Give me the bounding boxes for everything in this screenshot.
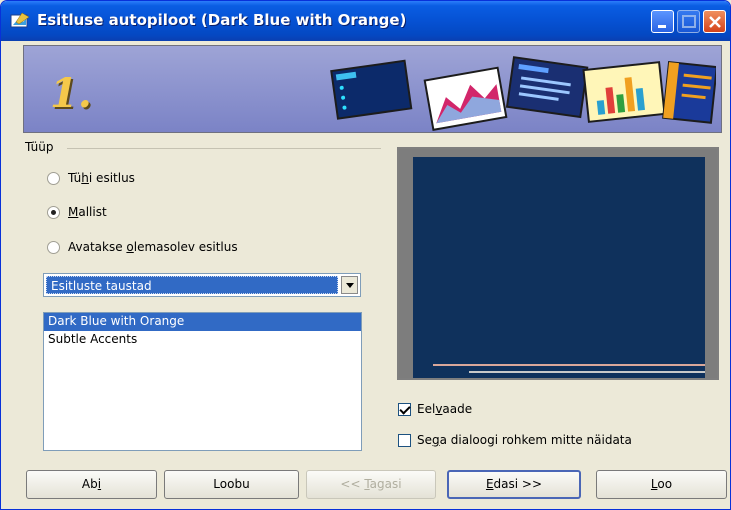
template-category-dropdown[interactable]: Esitluste taustad [43, 273, 361, 297]
dont-show-checkbox[interactable] [398, 433, 411, 447]
dont-show-checkbox-label: Sega dialoogi rohkem mitte näidata [417, 433, 632, 447]
close-button[interactable] [703, 10, 726, 33]
radio-open-existing[interactable]: Avatakse olemasolev esitlus [47, 238, 238, 256]
cancel-button[interactable]: Loobu [164, 470, 299, 499]
minimize-button[interactable] [651, 10, 674, 33]
slides-illustration-icon [330, 56, 716, 131]
radio-from-template[interactable]: Mallist [47, 203, 107, 221]
radio-button[interactable] [47, 171, 60, 185]
maximize-icon [682, 15, 696, 28]
radio-empty-presentation[interactable]: Tühi esitlus [47, 169, 135, 187]
dont-show-checkbox-row[interactable]: Sega dialoogi rohkem mitte näidata [398, 431, 632, 449]
preview-checkbox-row[interactable]: Eelvaade [398, 400, 472, 418]
radio-label: Tühi esitlus [68, 171, 135, 185]
chevron-down-icon[interactable] [341, 276, 358, 294]
preview-checkbox-label: Eelvaade [417, 402, 473, 416]
preview-panel [397, 147, 719, 380]
window-title: Esitluse autopiloot (Dark Blue with Oran… [37, 11, 407, 29]
title-bar[interactable]: Esitluse autopiloot (Dark Blue with Oran… [1, 1, 730, 41]
radio-button[interactable] [47, 240, 60, 254]
radio-button[interactable] [47, 205, 60, 219]
template-listbox[interactable]: Dark Blue with Orange Subtle Accents [43, 312, 362, 451]
slide-accent-line [469, 371, 705, 373]
back-button[interactable]: << Tagasi [306, 470, 436, 499]
radio-label: Avatakse olemasolev esitlus [68, 240, 238, 254]
autopilot-dialog: Esitluse autopiloot (Dark Blue with Oran… [0, 0, 731, 510]
dropdown-selected-value: Esitluste taustad [46, 276, 338, 294]
minimize-icon [658, 25, 666, 28]
wizard-banner: 1. [23, 45, 722, 133]
close-icon [709, 16, 721, 28]
list-item[interactable]: Dark Blue with Orange [44, 313, 361, 331]
group-divider [67, 148, 381, 149]
slide-accent-line [433, 364, 705, 366]
type-group-label: Tüüp [25, 140, 58, 154]
radio-label: Mallist [68, 205, 107, 219]
impress-app-icon [10, 12, 30, 28]
slide-preview [413, 157, 705, 378]
create-button[interactable]: Loo [596, 470, 727, 499]
preview-checkbox[interactable] [398, 402, 411, 416]
next-button[interactable]: Edasi >> [447, 470, 581, 499]
help-button[interactable]: Abi [26, 470, 157, 499]
maximize-button[interactable] [677, 10, 700, 33]
list-item[interactable]: Subtle Accents [44, 331, 361, 349]
step-number: 1. [50, 70, 92, 117]
